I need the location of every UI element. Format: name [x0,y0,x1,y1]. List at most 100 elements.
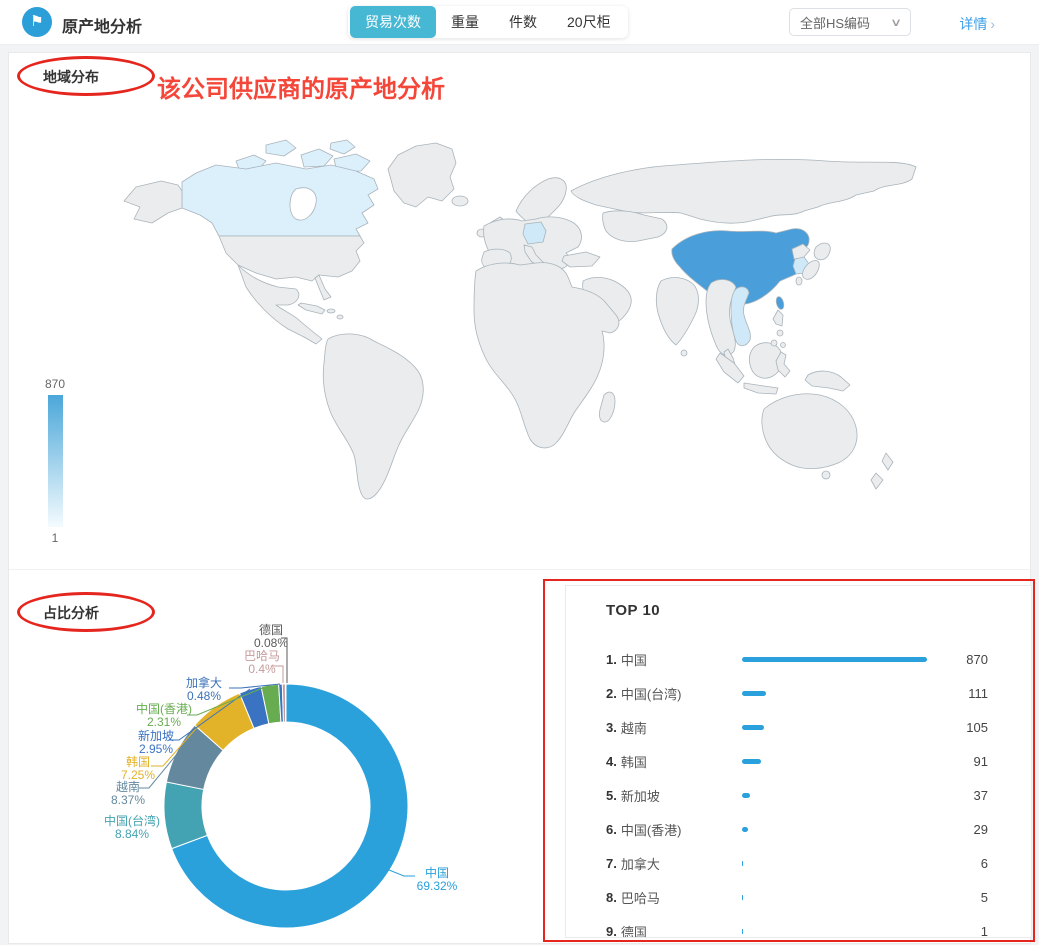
top10-row-3: 3. 越南 105 [606,710,988,744]
row-rank: 2. [606,686,617,701]
flag-icon: ⚑ [22,7,52,37]
pie-label-8: 德国0.08% [254,622,288,650]
row-country: 德国 [621,922,647,939]
top10-row-5: 5. 新加坡 37 [606,778,988,812]
top10-card: TOP 10 1. 中国 870 2. 中国(台湾) 111 3. 越南 105 4. 韩国 91 5.… [565,585,1032,938]
row-value: 5 [928,890,988,905]
country-iceland [452,196,468,206]
island-hispaniola [327,309,335,313]
row-bar [742,793,750,798]
row-rank: 8. [606,890,617,905]
row-country: 中国 [621,650,647,669]
tab-weight[interactable]: 重量 [436,6,494,38]
pie-slice-8[interactable] [285,684,286,722]
region-badge-wrap: 地域分布 [43,67,99,87]
island-philippines-2 [771,340,777,346]
region-central-asia [603,211,667,242]
pie-label-0: 中国69.32% [417,865,458,893]
country-usa [219,236,364,281]
tab-trade-count[interactable]: 贸易次数 [350,6,436,38]
row-rank: 9. [606,924,617,939]
page-title: 原产地分析 [62,13,142,37]
island-philippines-luzon [773,310,783,326]
country-japan-south [796,277,802,285]
hs-code-select[interactable]: 全部HS编码 ∨ [789,8,911,36]
row-bar [742,725,764,730]
row-rank: 1. [606,652,617,667]
row-bar [742,759,761,764]
row-country: 新加坡 [621,786,660,805]
top10-row-9: 9. 德国 1 [606,914,988,938]
island-java [744,383,778,394]
row-value: 111 [928,686,988,701]
row-bar [742,657,927,662]
row-value: 6 [928,856,988,871]
chevron-right-icon: › [990,16,995,32]
row-bar [742,861,743,866]
row-rank: 5. [606,788,617,803]
country-india [656,278,698,345]
top10-row-8: 8. 巴哈马 5 [606,880,988,914]
section-divider [9,569,1030,570]
row-rank: 6. [606,822,617,837]
pie-label-4: 新加坡2.95% [138,728,174,756]
tab-pieces[interactable]: 件数 [494,6,552,38]
country-sri-lanka [681,350,687,356]
red-rectangle-annotation: TOP 10 1. 中国 870 2. 中国(台湾) 111 3. 越南 105 4. 韩国 91 5.… [543,579,1035,942]
row-value: 37 [928,788,988,803]
row-bar [742,895,743,900]
country-greenland [388,143,456,207]
row-value: 1 [928,924,988,939]
top10-row-4: 4. 韩国 91 [606,744,988,778]
row-country: 越南 [621,718,647,737]
detail-link[interactable]: 详情› [959,14,995,34]
pie-badge-wrap: 占比分析 [43,603,99,623]
tab-teu[interactable]: 20尺柜 [552,6,626,38]
country-japan-north [814,243,830,260]
row-country: 中国(台湾) [621,684,682,703]
island-puerto-rico [337,315,343,319]
scale-min-label: 1 [35,531,75,545]
pie-label-3: 韩国7.25% [121,754,155,782]
country-turkey [562,252,600,267]
hs-select-value: 全部HS编码 [800,13,870,32]
country-canada [182,163,378,236]
scale-max-label: 870 [35,377,75,391]
country-new-zealand-north [882,453,893,470]
row-value: 870 [928,652,988,667]
chevron-down-icon: ∨ [890,16,902,29]
row-country: 中国(香港) [621,820,682,839]
pie-label-7: 巴哈马0.4% [244,649,280,676]
page: ⚑ 原产地分析 贸易次数重量件数20尺柜 全部HS编码 ∨ 详情› 地域分布 该… [0,0,1039,944]
usa-florida [315,275,331,300]
row-value: 29 [928,822,988,837]
pie-label-6: 加拿大0.48% [186,675,222,703]
section-badge-region: 地域分布 [43,69,99,85]
section-badge-pie: 占比分析 [43,605,99,621]
row-rank: 7. [606,856,617,871]
top10-row-6: 6. 中国(香港) 29 [606,812,988,846]
row-value: 91 [928,754,988,769]
country-australia [762,394,857,469]
app-header: ⚑ 原产地分析 贸易次数重量件数20尺柜 全部HS编码 ∨ 详情› [0,0,1039,45]
row-rank: 3. [606,720,617,735]
pie-label-5: 中国(香港)2.31% [136,701,192,729]
main-card: 地域分布 该公司供应商的原产地分析 [8,52,1031,944]
row-country: 加拿大 [621,854,660,873]
row-bar [742,691,766,696]
island-tasmania [822,471,830,479]
top10-row-2: 2. 中国(台湾) 111 [606,676,988,710]
top10-list: 1. 中国 870 2. 中国(台湾) 111 3. 越南 105 4. 韩国 91 5. 新加坡 37 6.… [606,642,988,938]
top10-row-7: 7. 加拿大 6 [606,846,988,880]
world-map[interactable] [116,131,936,556]
top10-title: TOP 10 [606,602,660,619]
country-germany [523,222,546,244]
origin-donut-chart[interactable]: 中国69.32%中国(台湾)8.84%越南8.37%韩国7.25%新加坡2.95… [1,576,541,945]
country-usa-alaska [124,181,182,223]
top10-row-1: 1. 中国 870 [606,642,988,676]
row-rank: 4. [606,754,617,769]
row-bar [742,827,748,832]
row-value: 105 [928,720,988,735]
row-country: 韩国 [621,752,647,771]
row-country: 巴哈马 [621,888,660,907]
